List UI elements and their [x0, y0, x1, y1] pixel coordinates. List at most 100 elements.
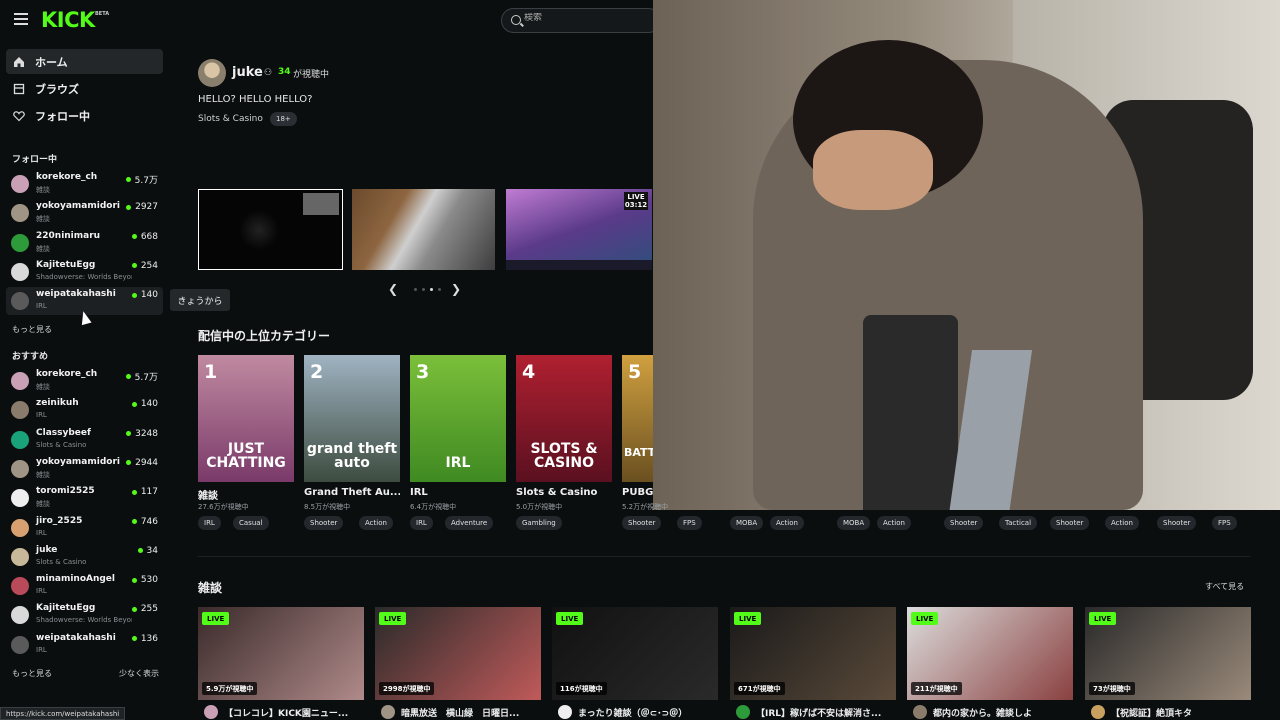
featured-category[interactable]: Slots & Casino: [198, 114, 263, 124]
live-stream-title[interactable]: 【祝認証】絶頂キタ: [1111, 706, 1259, 719]
category-card[interactable]: 3 IRL: [410, 355, 506, 482]
category-tag[interactable]: Shooter: [1050, 516, 1090, 530]
live-dot-icon: [131, 292, 137, 298]
channel-row[interactable]: minaminoAngel IRL 530: [6, 572, 163, 600]
channel-name: yokoyamamidori: [36, 456, 120, 467]
search-box[interactable]: [501, 8, 661, 33]
category-tag[interactable]: Shooter: [1157, 516, 1197, 530]
live-viewers: 211が視聴中: [911, 682, 962, 695]
see-all-link[interactable]: すべて見る: [1205, 581, 1244, 592]
viewer-count: 530: [140, 575, 158, 586]
category-name[interactable]: Slots & Casino: [516, 487, 612, 498]
carousel-prev-icon[interactable]: ❮: [388, 282, 398, 296]
avatar[interactable]: [736, 705, 750, 719]
live-stream-thumbnail[interactable]: LIVE 671が視聴中: [730, 607, 896, 700]
category-tag[interactable]: MOBA: [837, 516, 871, 530]
category-rank: 3: [416, 361, 430, 383]
following-more-link[interactable]: もっと見る: [12, 324, 52, 335]
channel-row[interactable]: korekore_ch 雑談 5.7万: [6, 367, 163, 395]
featured-avatar[interactable]: [198, 59, 226, 87]
category-name[interactable]: PUBG: [622, 487, 653, 498]
category-card[interactable]: 2 grand theft auto: [304, 355, 400, 482]
carousel-thumb-3[interactable]: LIVE 03:12: [506, 189, 652, 270]
category-tag[interactable]: Shooter: [304, 516, 344, 530]
channel-row[interactable]: KajitetuEgg Shadowverse: Worlds Beyond 255: [6, 601, 163, 629]
channel-row[interactable]: juke Slots & Casino 34: [6, 543, 163, 571]
carousel-thumb-1[interactable]: [198, 189, 343, 270]
category-tag[interactable]: IRL: [410, 516, 433, 530]
recommended-less-link[interactable]: 少なく表示: [119, 668, 159, 679]
channel-row[interactable]: Classybeef Slots & Casino 3248: [6, 426, 163, 454]
live-stream-thumbnail[interactable]: LIVE 116が視聴中: [552, 607, 718, 700]
video-player[interactable]: [653, 0, 1280, 510]
channel-name: korekore_ch: [36, 369, 98, 379]
avatar[interactable]: [381, 705, 395, 719]
channel-row[interactable]: KajitetuEgg Shadowverse: Worlds Beyond 254: [6, 258, 163, 286]
category-tag[interactable]: Action: [359, 516, 393, 530]
category-tag[interactable]: MOBA: [730, 516, 764, 530]
avatar[interactable]: [204, 705, 218, 719]
category-tag[interactable]: Adventure: [445, 516, 494, 530]
featured-streamer-name[interactable]: juke: [232, 65, 263, 80]
channel-row[interactable]: zeinikuh IRL 140: [6, 396, 163, 424]
category-tag[interactable]: FPS: [1212, 516, 1237, 530]
category-name[interactable]: Grand Theft Au...: [304, 487, 400, 498]
channel-category: 雑談: [36, 383, 50, 391]
channel-row[interactable]: toromi2525 雑談 117: [6, 484, 163, 512]
category-name[interactable]: IRL: [410, 487, 506, 498]
channel-category: 雑談: [36, 215, 50, 224]
recommended-section-title: おすすめ: [12, 352, 49, 362]
nav-following[interactable]: フォロー中: [6, 103, 163, 128]
thumb-timer: LIVE 03:12: [624, 192, 648, 210]
nav-home[interactable]: ホーム: [6, 49, 163, 74]
channel-row[interactable]: weipatakahashi IRL 136: [6, 631, 163, 659]
channel-row[interactable]: jiro_2525 IRL 746: [6, 514, 163, 542]
live-stream-title[interactable]: 都内の家から。雑談しよ: [933, 706, 1081, 719]
recommended-more-link[interactable]: もっと見る: [12, 668, 52, 679]
channel-row[interactable]: 220ninimaru 雑談 668: [6, 229, 163, 257]
category-tag[interactable]: Shooter: [622, 516, 662, 530]
avatar[interactable]: [913, 705, 927, 719]
avatar: [11, 547, 29, 566]
category-tag[interactable]: Shooter: [944, 516, 984, 530]
live-badge: LIVE: [734, 612, 762, 625]
category-tag[interactable]: Action: [1105, 516, 1139, 530]
live-dot-icon: [126, 460, 132, 466]
live-dot-icon: [125, 177, 131, 182]
live-dot-icon: [131, 577, 137, 583]
channel-row[interactable]: yokoyamamidori 雑談 2944: [6, 455, 163, 483]
carousel-thumb-2[interactable]: [352, 189, 495, 270]
channel-row[interactable]: yokoyamamidori 雑談 2927: [6, 199, 163, 227]
avatar[interactable]: [1091, 705, 1105, 719]
nav-browse-label: ブラウズ: [35, 82, 79, 96]
avatar[interactable]: [558, 705, 572, 719]
channel-row[interactable]: korekore_ch 雑談 5.7万: [6, 170, 163, 198]
category-tag[interactable]: Action: [877, 516, 911, 530]
search-input[interactable]: [524, 13, 644, 23]
live-stream-title[interactable]: 暗黒放送 横山緑 日曜日...: [401, 706, 549, 719]
category-name[interactable]: 雑談: [198, 487, 294, 502]
carousel-next-icon[interactable]: ❯: [451, 282, 461, 296]
category-tag[interactable]: Action: [770, 516, 804, 530]
kick-logo[interactable]: KICK: [41, 8, 95, 32]
live-stream-title[interactable]: 【コレコレ】KICK園ニュー...: [224, 706, 372, 719]
category-tag[interactable]: FPS: [677, 516, 702, 530]
live-stream-thumbnail[interactable]: LIVE 73が視聴中: [1085, 607, 1251, 700]
category-card[interactable]: 5 BATTL: [622, 355, 653, 482]
hamburger-menu-icon[interactable]: [14, 13, 28, 25]
live-stream-title[interactable]: 【IRL】稼げば不安は解消さ...: [756, 706, 904, 719]
live-stream-thumbnail[interactable]: LIVE 211が視聴中: [907, 607, 1073, 700]
live-dot-icon: [131, 489, 137, 495]
category-tag[interactable]: Gambling: [516, 516, 562, 530]
live-stream-thumbnail[interactable]: LIVE 2998が視聴中: [375, 607, 541, 700]
live-stream-title[interactable]: まったり雑談（＠⊂･⊃＠）: [578, 706, 726, 719]
live-stream-thumbnail[interactable]: LIVE 5.9万が視聴中: [198, 607, 364, 700]
category-rank: 4: [522, 361, 536, 383]
category-card[interactable]: 4 SLOTS & CASINO: [516, 355, 612, 482]
category-tag[interactable]: IRL: [198, 516, 221, 530]
category-card[interactable]: 1 JUST CHATTING: [198, 355, 294, 482]
nav-browse[interactable]: ブラウズ: [6, 76, 163, 101]
category-tag[interactable]: Tactical: [999, 516, 1038, 530]
nav-home-label: ホーム: [35, 55, 68, 69]
category-tag[interactable]: Casual: [233, 516, 269, 530]
